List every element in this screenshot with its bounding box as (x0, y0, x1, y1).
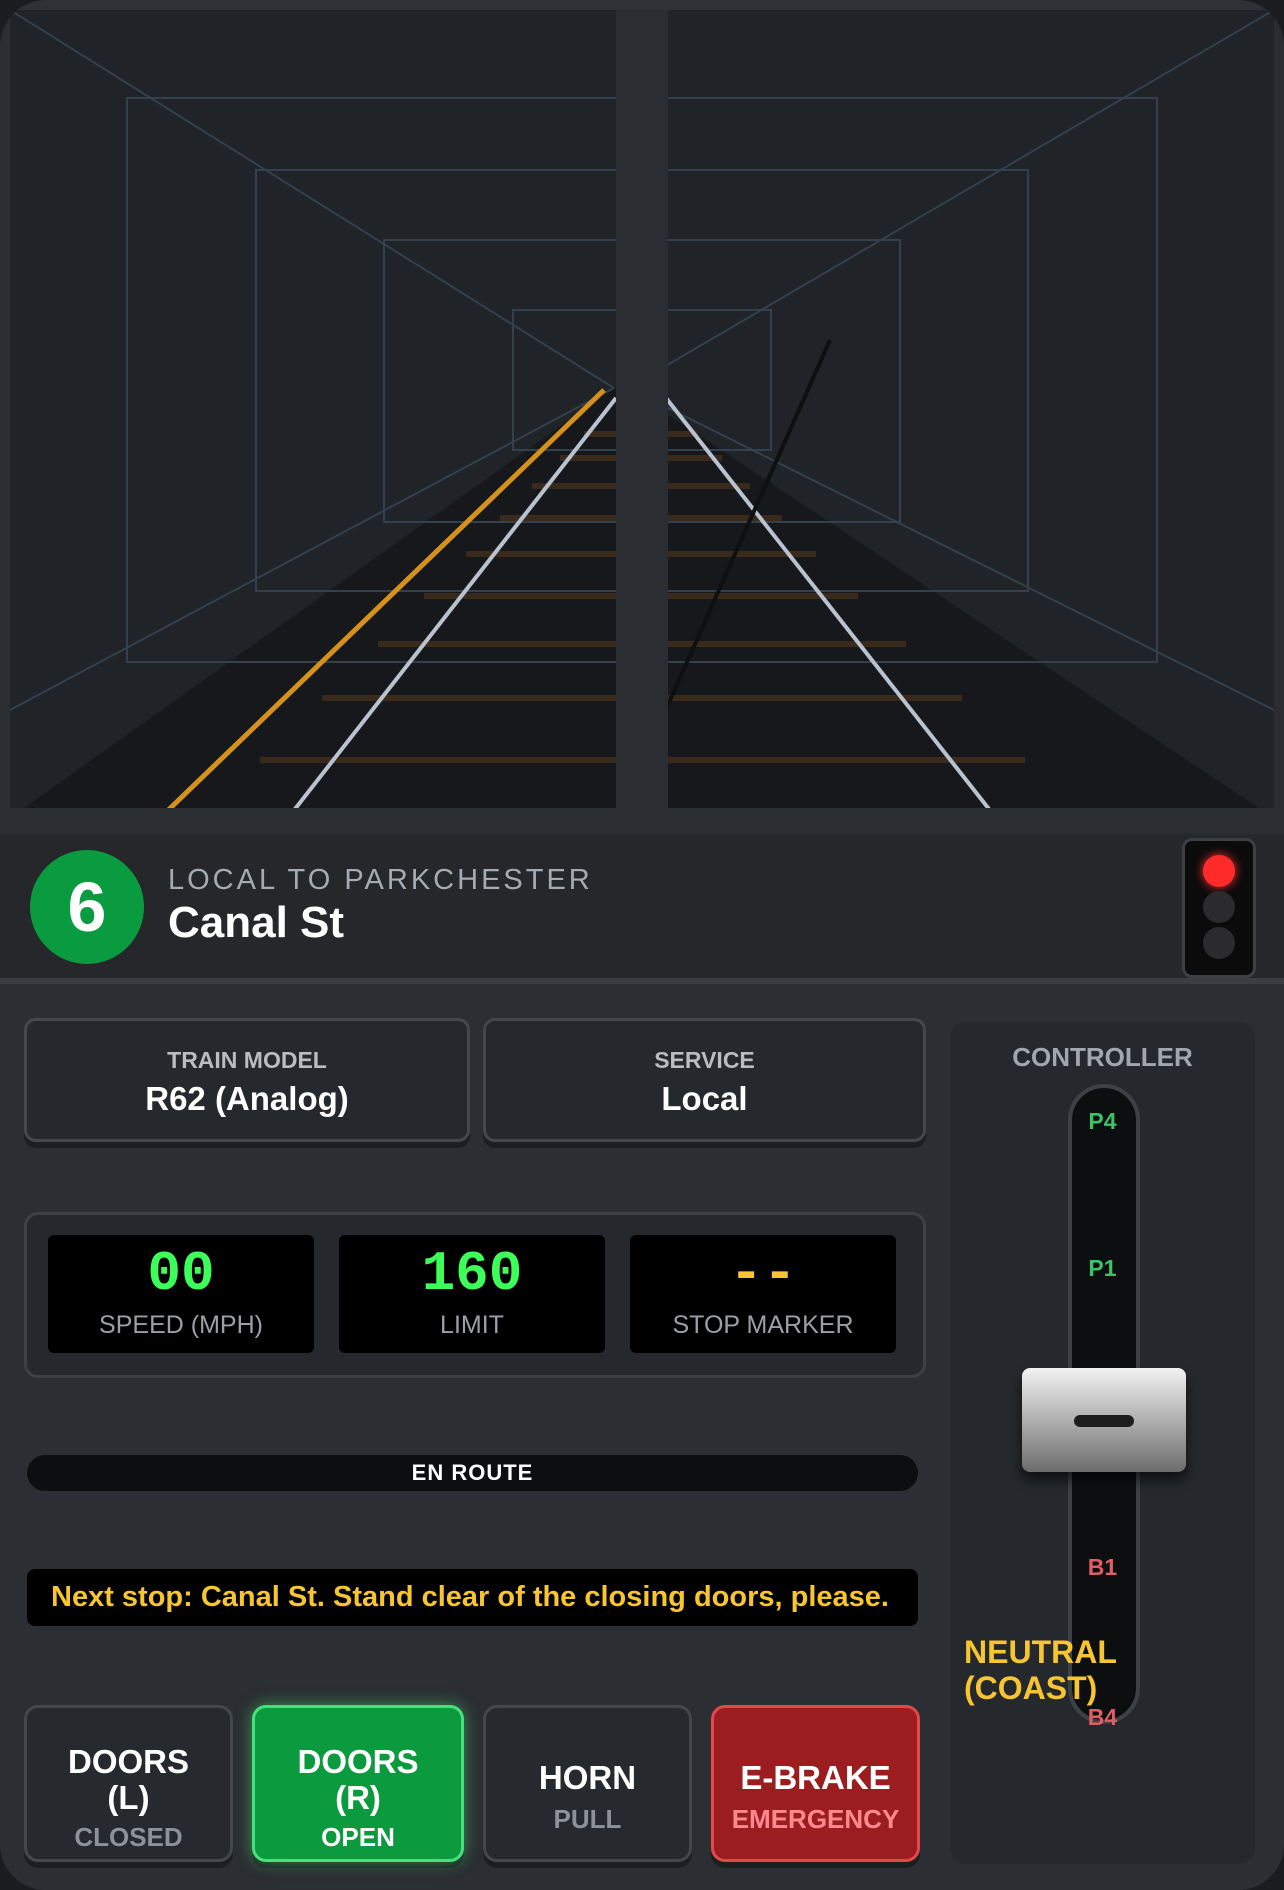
route-bullet: 6 (30, 850, 144, 964)
controller-state: NEUTRAL (COAST) (964, 1634, 1244, 1706)
train-model-value: R62 (Analog) (145, 1080, 349, 1117)
notch-b4[interactable]: B4 (950, 1704, 1255, 1731)
notch-p4[interactable]: P4 (950, 1108, 1255, 1135)
signal-lamp-yellow (1203, 891, 1235, 923)
notch-b1[interactable]: B1 (950, 1554, 1255, 1581)
ebrake-label: E-BRAKE (740, 1759, 891, 1796)
train-model-caption: TRAIN MODEL (167, 1047, 327, 1073)
controller-state-line1: NEUTRAL (964, 1634, 1117, 1670)
doors-right-button[interactable]: DOORS (R) OPEN (252, 1705, 464, 1862)
speed-readout: 00 SPEED (MPH) (48, 1235, 314, 1353)
limit-label: LIMIT (440, 1311, 504, 1339)
doors-right-label-1: DOORS (297, 1743, 419, 1780)
service-caption: SERVICE (654, 1047, 755, 1073)
route-header: 6 LOCAL TO PARKCHESTER Canal St (0, 834, 1284, 984)
destination-line: LOCAL TO PARKCHESTER (168, 864, 593, 896)
signal-head (1182, 838, 1256, 978)
signal-lamp-red (1203, 855, 1235, 887)
announcement-ticker: Next stop: Canal St. Stand clear of the … (27, 1569, 918, 1626)
readout-panel: 00 SPEED (MPH) 160 LIMIT -- STOP MARKER (24, 1212, 926, 1378)
doors-left-label-1: DOORS (67, 1743, 189, 1780)
horn-button[interactable]: HORN PULL (483, 1705, 692, 1862)
stop-marker-readout: -- STOP MARKER (630, 1235, 896, 1353)
tunnel-scene (10, 10, 1274, 818)
speed-label: SPEED (MPH) (99, 1311, 263, 1339)
service-value: Local (661, 1080, 748, 1117)
handle-grip (1074, 1415, 1134, 1427)
emergency-brake-button[interactable]: E-BRAKE EMERGENCY (711, 1705, 920, 1862)
doors-left-button[interactable]: DOORS (L) CLOSED (24, 1705, 233, 1862)
top-edge (0, 0, 1284, 10)
station-name: Canal St (168, 898, 345, 947)
horn-sub: PULL (553, 1804, 622, 1834)
stop-marker-value: -- (729, 1242, 797, 1306)
train-model-selector[interactable]: TRAIN MODEL R62 (Analog) (24, 1018, 470, 1142)
ebrake-sub: EMERGENCY (731, 1804, 900, 1834)
notch-p1[interactable]: P1 (950, 1255, 1255, 1282)
doors-right-state: OPEN (321, 1822, 395, 1852)
doors-left-label-2: (L) (107, 1779, 150, 1816)
master-controller: CONTROLLER P4 P1 B1 B4 NEUTRAL (COAST) (950, 1022, 1255, 1864)
horn-label: HORN (538, 1759, 637, 1796)
speed-value: 00 (147, 1242, 215, 1306)
limit-readout: 160 LIMIT (339, 1235, 605, 1353)
limit-value: 160 (421, 1242, 523, 1306)
service-selector[interactable]: SERVICE Local (483, 1018, 926, 1142)
doors-left-state: CLOSED (74, 1822, 183, 1852)
tunnel-view (10, 10, 1274, 818)
signal-lamp-green (1203, 927, 1235, 959)
controller-title: CONTROLLER (1012, 1042, 1193, 1072)
stop-marker-label: STOP MARKER (672, 1311, 854, 1339)
doors-right-label-2: (R) (335, 1779, 381, 1816)
cab-device: 6 LOCAL TO PARKCHESTER Canal St TRAIN MO… (0, 0, 1284, 1890)
controller-handle[interactable] (1022, 1368, 1186, 1472)
controller-state-line2: (COAST) (964, 1670, 1098, 1706)
status-bar: EN ROUTE (27, 1455, 918, 1491)
